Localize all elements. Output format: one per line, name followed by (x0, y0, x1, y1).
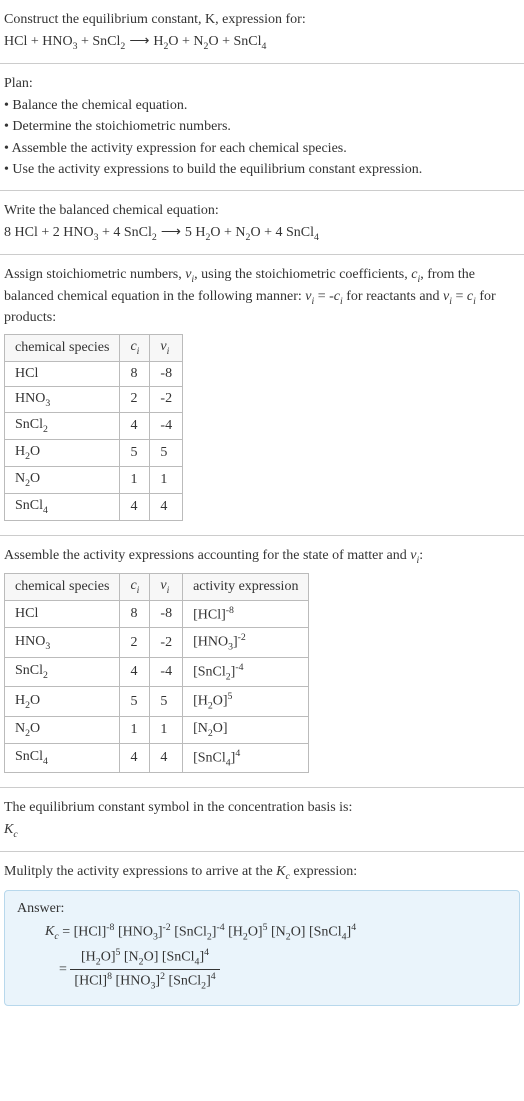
cell-vi: 5 (150, 440, 183, 467)
plan-bullet-2: • Determine the stoichiometric numbers. (4, 117, 520, 137)
table-row: SnCl24-4[SnCl2]-4 (5, 657, 309, 686)
balanced-section: Write the balanced chemical equation: 8 … (0, 191, 524, 255)
cell-ci: 2 (120, 386, 150, 413)
col-vi: νi (150, 574, 183, 601)
multiply-section: Mulitply the activity expressions to arr… (0, 852, 524, 1020)
table-row: HNO32-2[HNO3]-2 (5, 628, 309, 657)
cell-ci: 4 (120, 413, 150, 440)
cell-ci: 4 (120, 657, 150, 686)
cell-species: H2O (5, 687, 120, 716)
cell-activity: [N2O] (183, 716, 309, 743)
cell-species: SnCl2 (5, 657, 120, 686)
intro-text: Construct the equilibrium constant, K, e… (4, 12, 306, 27)
cell-vi: -8 (150, 600, 183, 628)
table-header-row: chemical species ci νi (5, 334, 183, 361)
cell-activity: [SnCl4]4 (183, 743, 309, 772)
assemble-text: Assemble the activity expressions accoun… (4, 546, 520, 568)
cell-ci: 4 (120, 743, 150, 772)
answer-box: Answer: Kc = [HCl]-8 [HNO3]-2 [SnCl2]-4 … (4, 890, 520, 1006)
cell-vi: 1 (150, 466, 183, 493)
plan-bullet-1: • Balance the chemical equation. (4, 96, 520, 116)
cell-ci: 1 (120, 716, 150, 743)
cell-species: N2O (5, 466, 120, 493)
cell-species: H2O (5, 440, 120, 467)
cell-vi: 4 (150, 743, 183, 772)
table-row: H2O55 (5, 440, 183, 467)
table-row: HCl8-8[HCl]-8 (5, 600, 309, 628)
col-ci: ci (120, 574, 150, 601)
table-row: N2O11 (5, 466, 183, 493)
col-species: chemical species (5, 574, 120, 601)
plan-bullet-3: • Assemble the activity expression for e… (4, 139, 520, 159)
cell-activity: [SnCl2]-4 (183, 657, 309, 686)
cell-ci: 4 (120, 493, 150, 520)
stoich-section: Assign stoichiometric numbers, νi, using… (0, 255, 524, 535)
cell-activity: [H2O]5 (183, 687, 309, 716)
fraction-denominator: [HCl]8 [HNO3]2 [SnCl2]4 (70, 970, 219, 993)
cell-vi: 4 (150, 493, 183, 520)
cell-ci: 8 (120, 361, 150, 386)
col-vi: νi (150, 334, 183, 361)
kc-symbol-section: The equilibrium constant symbol in the c… (0, 788, 524, 852)
cell-ci: 5 (120, 687, 150, 716)
cell-species: HNO3 (5, 386, 120, 413)
cell-vi: -2 (150, 628, 183, 657)
balanced-equation: 8 HCl + 2 HNO3 + 4 SnCl2⟶5 H2O + N2O + 4… (4, 223, 520, 245)
cell-ci: 5 (120, 440, 150, 467)
cell-species: HCl (5, 361, 120, 386)
plan-title: Plan: (4, 74, 520, 94)
table-row: HCl8-8 (5, 361, 183, 386)
table-row: H2O55[H2O]5 (5, 687, 309, 716)
stoich-table: chemical species ci νi HCl8-8 HNO32-2 Sn… (4, 334, 183, 521)
table-row: SnCl24-4 (5, 413, 183, 440)
cell-vi: 5 (150, 687, 183, 716)
activity-section: Assemble the activity expressions accoun… (0, 536, 524, 789)
cell-species: SnCl2 (5, 413, 120, 440)
answer-label: Answer: (17, 901, 507, 917)
cell-vi: -8 (150, 361, 183, 386)
table-header-row: chemical species ci νi activity expressi… (5, 574, 309, 601)
col-species: chemical species (5, 334, 120, 361)
cell-species: HCl (5, 600, 120, 628)
fraction-numerator: [H2O]5 [N2O] [SnCl4]4 (70, 946, 219, 970)
cell-vi: -4 (150, 413, 183, 440)
table-row: HNO32-2 (5, 386, 183, 413)
kc-symbol-text: The equilibrium constant symbol in the c… (4, 798, 520, 818)
cell-species: SnCl4 (5, 493, 120, 520)
cell-ci: 2 (120, 628, 150, 657)
plan-section: Plan: • Balance the chemical equation. •… (0, 64, 524, 191)
intro-section: Construct the equilibrium constant, K, e… (0, 0, 524, 64)
intro-line: Construct the equilibrium constant, K, e… (4, 10, 520, 30)
cell-ci: 8 (120, 600, 150, 628)
stoich-text: Assign stoichiometric numbers, νi, using… (4, 265, 520, 328)
cell-activity: [HCl]-8 (183, 600, 309, 628)
cell-vi: -4 (150, 657, 183, 686)
cell-species: SnCl4 (5, 743, 120, 772)
cell-species: HNO3 (5, 628, 120, 657)
balanced-title: Write the balanced chemical equation: (4, 201, 520, 221)
cell-ci: 1 (120, 466, 150, 493)
cell-vi: 1 (150, 716, 183, 743)
cell-species: N2O (5, 716, 120, 743)
answer-line-2: = [H2O]5 [N2O] [SnCl4]4 [HCl]8 [HNO3]2 [… (45, 946, 507, 993)
cell-vi: -2 (150, 386, 183, 413)
cell-activity: [HNO3]-2 (183, 628, 309, 657)
answer-line-1: Kc = [HCl]-8 [HNO3]-2 [SnCl2]-4 [H2O]5 [… (45, 921, 507, 944)
col-activity: activity expression (183, 574, 309, 601)
kc-symbol: Kc (4, 820, 520, 842)
table-row: SnCl444 (5, 493, 183, 520)
multiply-text: Mulitply the activity expressions to arr… (4, 862, 520, 884)
intro-equation: HCl + HNO3 + SnCl2⟶H2O + N2O + SnCl4 (4, 32, 520, 54)
col-ci: ci (120, 334, 150, 361)
table-row: SnCl444[SnCl4]4 (5, 743, 309, 772)
plan-bullet-4: • Use the activity expressions to build … (4, 160, 520, 180)
activity-table: chemical species ci νi activity expressi… (4, 573, 309, 773)
answer-content: Kc = [HCl]-8 [HNO3]-2 [SnCl2]-4 [H2O]5 [… (17, 921, 507, 993)
answer-fraction: [H2O]5 [N2O] [SnCl4]4 [HCl]8 [HNO3]2 [Sn… (70, 946, 219, 993)
table-row: N2O11[N2O] (5, 716, 309, 743)
